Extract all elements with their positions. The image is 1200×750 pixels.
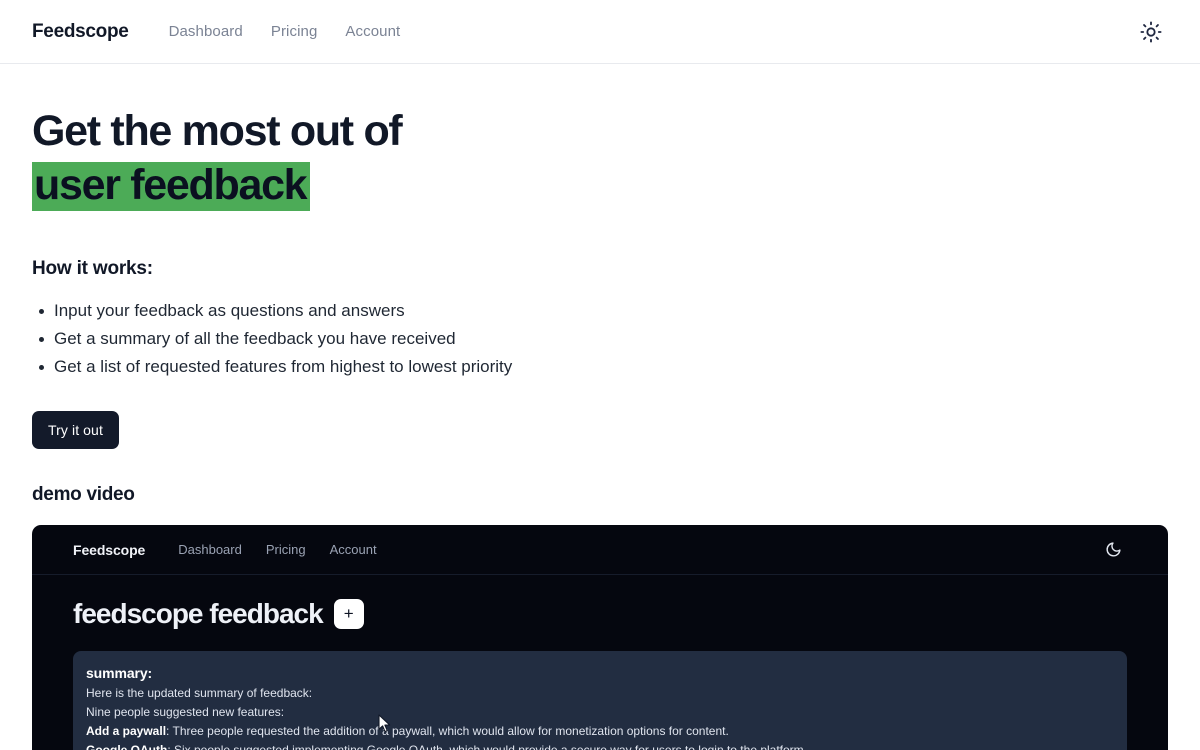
summary-card: summary: Here is the updated summary of … bbox=[73, 651, 1127, 750]
summary-feature-text: : Six people suggested implementing Goog… bbox=[167, 743, 808, 750]
try-it-out-button[interactable]: Try it out bbox=[32, 411, 119, 449]
summary-feature-term: Add a paywall bbox=[86, 724, 167, 738]
list-item: Get a summary of all the feedback you ha… bbox=[32, 325, 1168, 353]
nav-item-pricing[interactable]: Pricing bbox=[271, 23, 318, 40]
sun-icon[interactable] bbox=[1138, 19, 1164, 45]
brand-logo[interactable]: Feedscope bbox=[32, 21, 129, 43]
moon-icon bbox=[1102, 539, 1124, 561]
demo-nav-item-account: Account bbox=[329, 542, 377, 557]
site-header: Feedscope Dashboard Pricing Account bbox=[0, 0, 1200, 64]
hero-section: Get the most out of user feedback bbox=[32, 64, 1168, 211]
summary-count-line: Nine people suggested new features: bbox=[86, 705, 285, 719]
summary-feature-item: Google OAuth: Six people suggested imple… bbox=[86, 741, 1114, 750]
list-item: Get a list of requested features from hi… bbox=[32, 353, 1168, 381]
demo-brand-logo: Feedscope bbox=[73, 541, 146, 558]
nav-item-dashboard[interactable]: Dashboard bbox=[169, 23, 243, 40]
plus-icon: + bbox=[333, 599, 364, 629]
demo-app-body: feedscope feedback + summary: Here is th… bbox=[32, 575, 1168, 750]
page-title: Get the most out of user feedback bbox=[32, 104, 1168, 211]
summary-feature-text: : Three people requested the addition of… bbox=[166, 724, 729, 738]
nav-item-account[interactable]: Account bbox=[345, 23, 400, 40]
demo-nav-item-pricing: Pricing bbox=[265, 542, 306, 557]
summary-feature-term: Google OAuth bbox=[86, 743, 168, 750]
demo-title-row: feedscope feedback + bbox=[73, 575, 1127, 630]
hero-heading-line-1: Get the most out of bbox=[32, 107, 403, 155]
how-it-works-title: How it works: bbox=[32, 258, 153, 279]
demo-app-header: Feedscope Dashboard Pricing Account bbox=[32, 525, 1168, 575]
summary-intro-line: Here is the updated summary of feedback: bbox=[86, 686, 313, 700]
list-item: Input your feedback as questions and ans… bbox=[32, 297, 1168, 325]
demo-main-nav: Dashboard Pricing Account bbox=[178, 542, 376, 557]
hero-heading-highlight: user feedback bbox=[32, 162, 311, 211]
how-it-works-list: Input your feedback as questions and ans… bbox=[32, 297, 1168, 381]
page-content: Get the most out of user feedback How it… bbox=[0, 64, 1200, 750]
summary-heading: summary: bbox=[86, 665, 153, 681]
demo-page-title: feedscope feedback bbox=[73, 598, 324, 629]
demo-nav-item-dashboard: Dashboard bbox=[178, 542, 242, 557]
demo-video-label: demo video bbox=[32, 484, 135, 505]
summary-feature-item: Add a paywall: Three people requested th… bbox=[86, 722, 1114, 741]
main-nav: Dashboard Pricing Account bbox=[169, 23, 401, 40]
demo-video-player[interactable]: Feedscope Dashboard Pricing Account feed… bbox=[32, 525, 1168, 750]
